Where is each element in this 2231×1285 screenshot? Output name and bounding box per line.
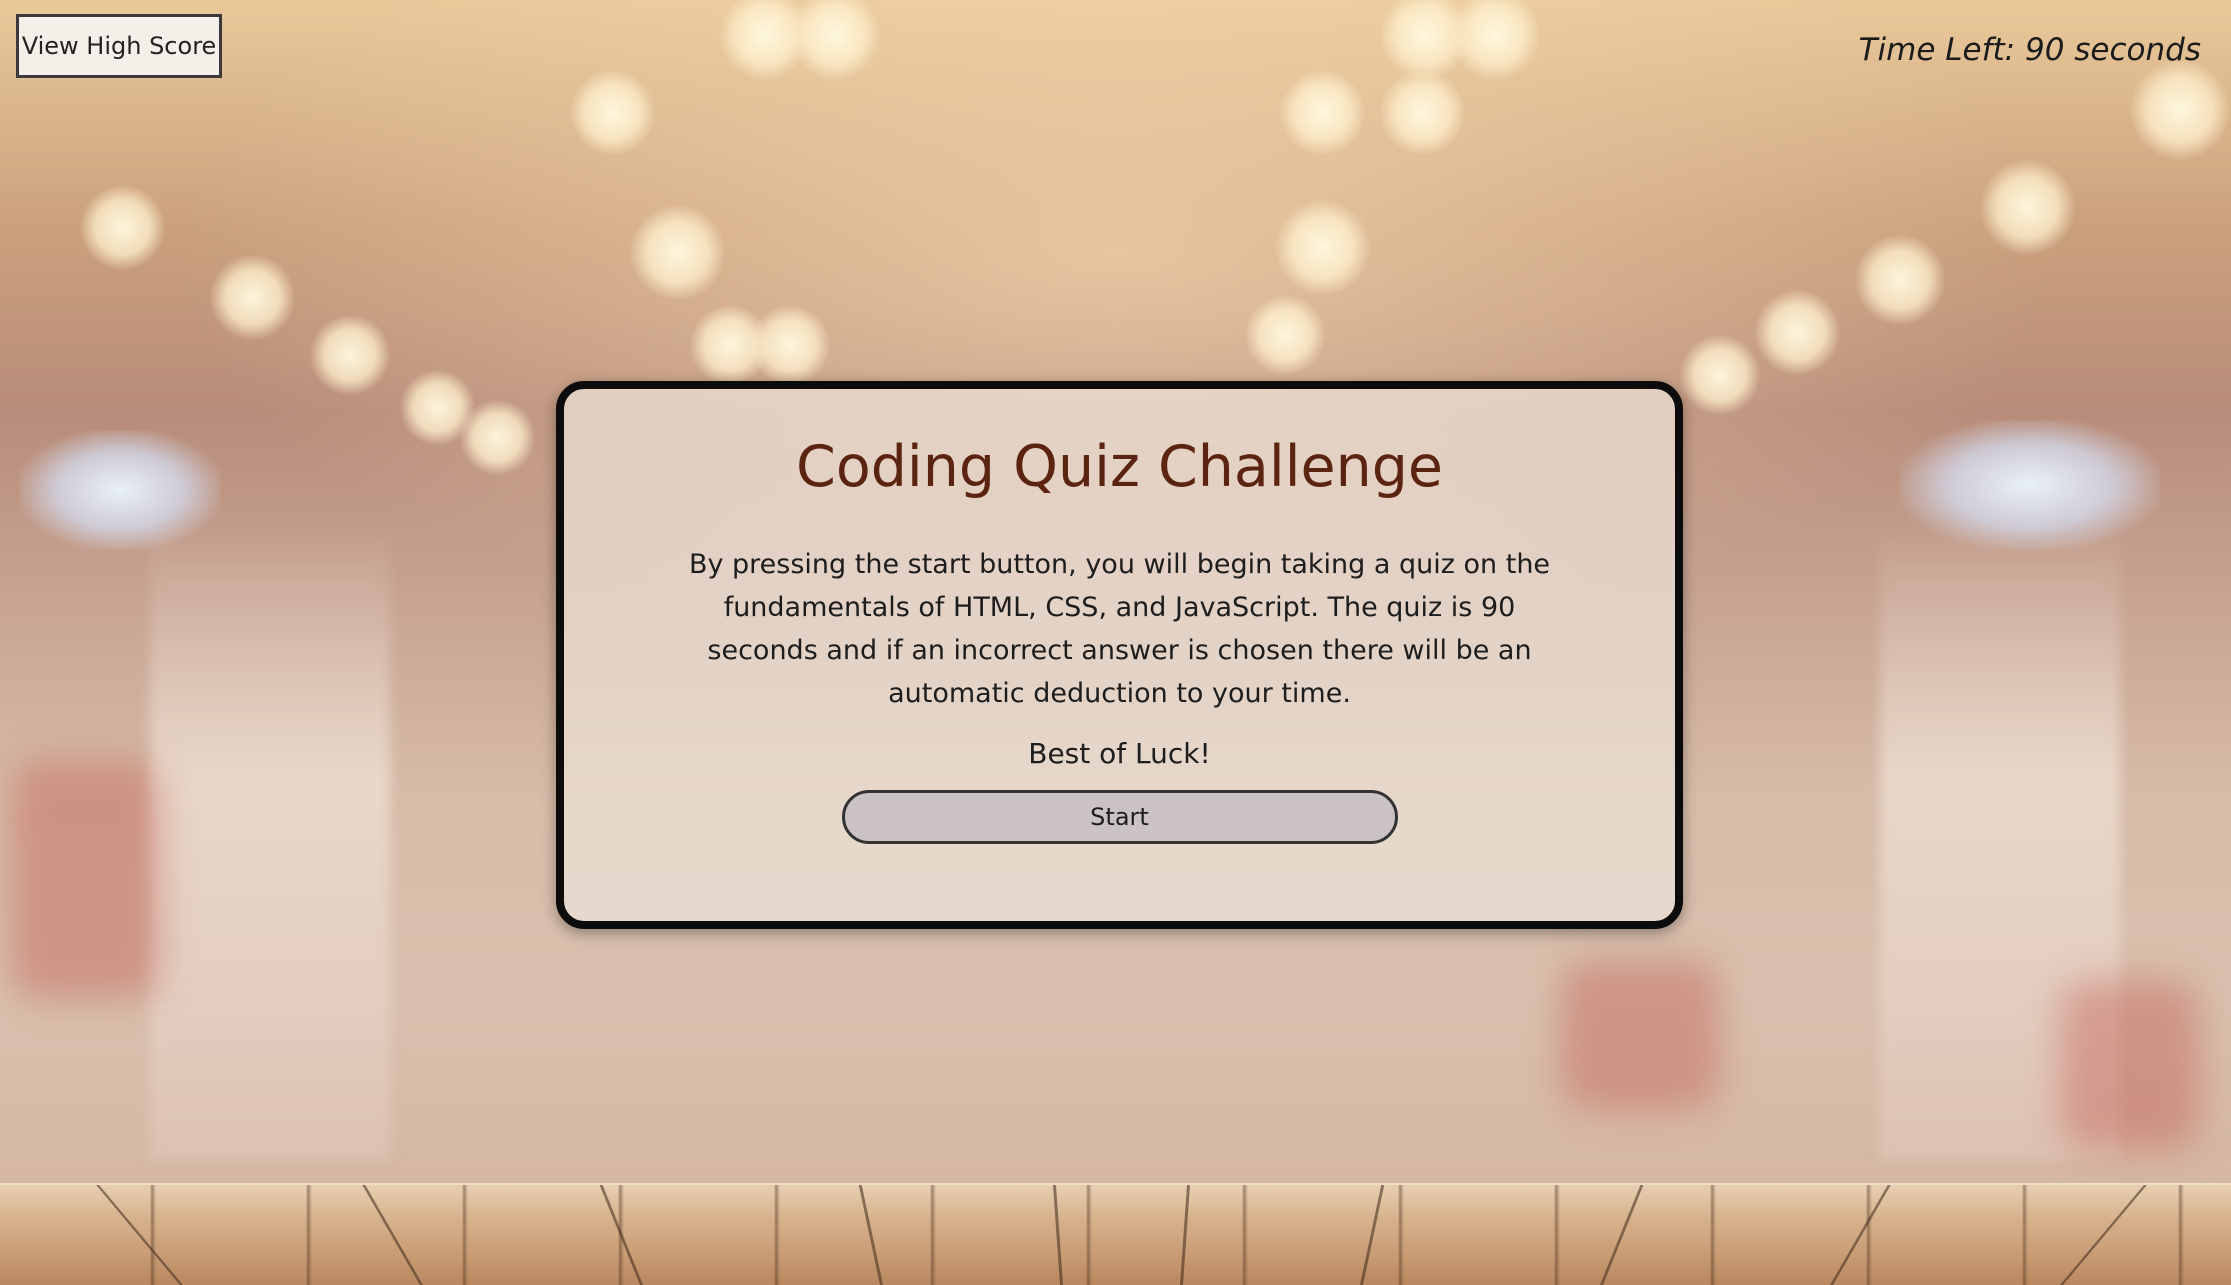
bokeh-dot xyxy=(2130,60,2230,160)
bokeh-dot xyxy=(570,70,655,155)
bokeh-dot xyxy=(1680,335,1760,415)
floor-plank-line xyxy=(1180,1185,1190,1285)
bg-light-glow xyxy=(1900,420,2160,550)
bokeh-dot xyxy=(1280,70,1365,155)
floor-plank-line xyxy=(1830,1185,1891,1285)
bokeh-dot xyxy=(630,205,725,300)
bokeh-dot xyxy=(690,305,770,385)
bokeh-dot xyxy=(1855,235,1945,325)
quiz-title: Coding Quiz Challenge xyxy=(796,434,1443,500)
bokeh-dot xyxy=(1245,295,1325,375)
bokeh-dot xyxy=(720,0,810,80)
floor-plank-line xyxy=(1600,1185,1644,1285)
bokeh-dot xyxy=(1755,290,1840,375)
quiz-intro-card: Coding Quiz Challenge By pressing the st… xyxy=(556,381,1683,929)
floor-plank-line xyxy=(599,1185,643,1285)
start-button[interactable]: Start xyxy=(841,790,1398,845)
bg-light-glow xyxy=(20,430,220,550)
bokeh-dot xyxy=(460,400,535,475)
floor-plank-line xyxy=(1053,1185,1063,1285)
quiz-description: By pressing the start button, you will b… xyxy=(688,549,1551,710)
bg-red-blur xyxy=(10,760,160,1000)
floor-plank-line xyxy=(2060,1185,2147,1285)
bg-pillar xyxy=(150,520,390,1160)
bg-red-blur xyxy=(1560,960,1720,1110)
floor-plank-line xyxy=(858,1185,883,1285)
floor-plank-line xyxy=(362,1185,423,1285)
bokeh-dot xyxy=(310,315,390,395)
good-luck-text: Best of Luck! xyxy=(1028,737,1211,771)
view-high-score-button[interactable]: View High Score xyxy=(16,14,222,78)
bokeh-dot xyxy=(790,0,880,80)
bokeh-dot xyxy=(750,305,830,385)
time-left-display: Time Left: 90 seconds xyxy=(1858,32,2201,68)
floor-plank-line xyxy=(96,1185,183,1285)
bokeh-dot xyxy=(1980,160,2075,255)
bg-pillar xyxy=(1880,520,2120,1160)
bokeh-dot xyxy=(1380,70,1465,155)
bokeh-dot xyxy=(1275,200,1370,295)
bokeh-dot xyxy=(80,185,165,270)
bokeh-dot xyxy=(400,370,475,445)
bokeh-dot xyxy=(1450,0,1540,80)
wooden-floor xyxy=(0,1183,2231,1285)
bg-red-blur xyxy=(2060,980,2200,1150)
floor-plank-line xyxy=(1360,1185,1385,1285)
bokeh-dot xyxy=(1380,0,1470,80)
bokeh-dot xyxy=(210,255,295,340)
